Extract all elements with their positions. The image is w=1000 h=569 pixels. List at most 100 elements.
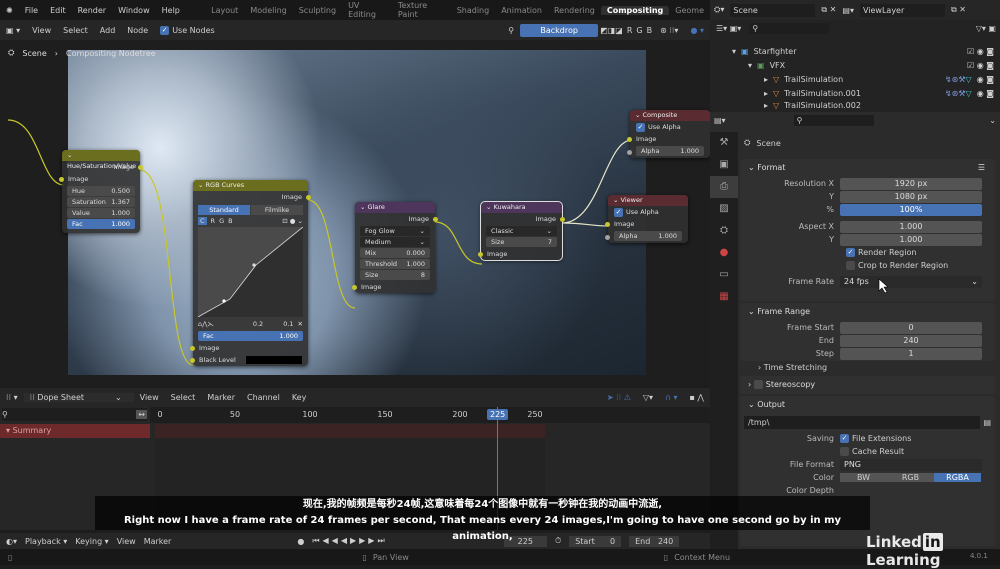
curve-point[interactable] bbox=[222, 299, 226, 303]
editor-type-icon[interactable]: ◐▾ bbox=[6, 537, 17, 546]
black-level-socket[interactable] bbox=[190, 358, 195, 363]
outliner-item[interactable]: ▾ ▣ Starfighter ☑ ◉ ◙ bbox=[732, 45, 994, 59]
output-socket[interactable] bbox=[433, 217, 438, 222]
menu-help[interactable]: Help bbox=[156, 6, 186, 15]
backdrop-button[interactable]: Backdrop bbox=[520, 23, 599, 37]
chevron-down-icon[interactable]: ⌄ bbox=[989, 116, 996, 125]
menu-node[interactable]: Node bbox=[121, 26, 154, 35]
use-nodes-checkbox[interactable]: ✓ Use Nodes bbox=[154, 25, 221, 35]
size-field[interactable]: Size 8 bbox=[360, 270, 430, 280]
scene-field[interactable]: Scene bbox=[730, 3, 816, 17]
menu-key[interactable]: Key bbox=[286, 393, 313, 402]
hue-field[interactable]: Hue 0.500 bbox=[67, 186, 135, 196]
frame-ruler[interactable]: 0 50 100 150 200 250 bbox=[150, 407, 710, 423]
mix-field[interactable]: Mix 0.000 bbox=[360, 248, 430, 258]
outliner-item[interactable]: ▸ ▽ TrailSimulation ↯⊛⚒▽ ◉ ◙ bbox=[764, 73, 994, 87]
select-tool-icon[interactable]: ➤ ⁝⁝ ⚠ bbox=[601, 393, 637, 402]
outliner-item[interactable]: ▾ ▣ VFX ☑ ◉ ◙ bbox=[748, 59, 994, 73]
visibility-icons[interactable]: ☑ ◉ ◙ bbox=[967, 59, 994, 73]
black-level-swatch[interactable] bbox=[246, 356, 302, 364]
rgb-curves-node[interactable]: ⌄ RGB Curves Image Standard Filmlike C R… bbox=[190, 180, 311, 366]
scene-icon[interactable]: ⛭▾ bbox=[714, 5, 724, 15]
node-header[interactable]: ⌄ RGB Curves bbox=[193, 180, 308, 191]
standard-tab[interactable]: Standard bbox=[198, 205, 250, 215]
menu-edit[interactable]: Edit bbox=[44, 6, 72, 15]
tab-uv-editing[interactable]: UV Editing bbox=[342, 1, 392, 19]
summary-channel[interactable]: ▾ Summary bbox=[0, 424, 150, 438]
mode-dropdown[interactable]: ⁝⁝ Dope Sheet ⌄ bbox=[23, 393, 134, 402]
node-header[interactable]: ⌄ Kuwahara bbox=[481, 202, 562, 213]
tab-modeling[interactable]: Modeling bbox=[244, 6, 292, 15]
node-header[interactable]: ⌄ Glare bbox=[355, 202, 435, 213]
resolution-percent-slider[interactable]: 100% bbox=[840, 203, 982, 216]
glare-type-dropdown[interactable]: Fog Glow ⌄ bbox=[360, 226, 430, 236]
overlay-icon[interactable]: ⊛ ⁝⁝▾ bbox=[654, 26, 684, 35]
view-layer-field[interactable]: ViewLayer bbox=[859, 3, 945, 17]
size-field[interactable]: Size 7 bbox=[486, 237, 557, 247]
kuwahara-node[interactable]: ⌄ Kuwahara Image Classic ⌄ Size 7 Image bbox=[478, 201, 565, 261]
menu-view[interactable]: View bbox=[26, 26, 57, 35]
input-socket[interactable] bbox=[627, 137, 632, 142]
channel-r[interactable]: R bbox=[625, 26, 635, 35]
channel-g[interactable]: G bbox=[634, 26, 644, 35]
node-header[interactable]: ⌄ Viewer bbox=[608, 195, 688, 206]
tab-layout[interactable]: Layout bbox=[205, 6, 244, 15]
snapping-icon[interactable]: ∩ ▾ bbox=[659, 393, 683, 402]
frame-start-field[interactable]: 0 bbox=[840, 321, 982, 334]
scene-tab-icon[interactable]: ⛭ bbox=[710, 220, 738, 242]
outliner-item[interactable]: ▸ ▽ TrailSimulation.001 ↯⊛⚒▽ ◉ ◙ bbox=[764, 87, 994, 101]
editor-type-icon[interactable]: ⁝⁝ ▾ bbox=[0, 393, 24, 402]
channel-search-input[interactable]: ⚲ ↔ bbox=[2, 408, 147, 421]
point-x-value[interactable]: 0.2 bbox=[253, 320, 263, 328]
filter-icon[interactable]: ▽▾ ▣ bbox=[976, 24, 996, 33]
value-field[interactable]: Value 1.000 bbox=[67, 208, 135, 218]
folder-icon[interactable]: ▤ bbox=[983, 418, 991, 427]
compositor-node-editor[interactable]: ⛭ Scene › Compositing Nodetree ⌄ Hue/Sat… bbox=[0, 40, 710, 385]
menu-window[interactable]: Window bbox=[112, 6, 156, 15]
outliner-item[interactable]: ▸ ▽ TrailSimulation.002 bbox=[764, 100, 994, 112]
variation-dropdown[interactable]: Classic ⌄ bbox=[486, 226, 557, 236]
swap-icon[interactable]: ↔ bbox=[136, 410, 147, 419]
input-socket[interactable] bbox=[59, 177, 64, 182]
hue-saturation-value-node[interactable]: ⌄ Hue/Saturation/Value Image Image Hue 0.… bbox=[59, 150, 143, 233]
texture-tab-icon[interactable]: ▦ bbox=[710, 286, 738, 308]
tab-compositing[interactable]: Compositing bbox=[600, 5, 670, 15]
delete-point-icon[interactable]: ✕ bbox=[298, 320, 303, 328]
resolution-y-field[interactable]: 1080 px bbox=[840, 190, 982, 203]
alpha-field[interactable]: Alpha 1.000 bbox=[614, 231, 682, 241]
viewer-node[interactable]: ⌄ Viewer ✓ Use Alpha Image Alpha 1.000 bbox=[605, 195, 688, 243]
render-region-checkbox[interactable]: ✓ Render Region bbox=[740, 246, 995, 259]
channel-rgb-icon[interactable]: ◩◨◪ bbox=[598, 26, 625, 35]
time-stretching-header[interactable]: › Time Stretching bbox=[758, 363, 827, 372]
quality-dropdown[interactable]: Medium ⌄ bbox=[360, 237, 430, 247]
crop-region-checkbox[interactable]: Crop to Render Region bbox=[740, 259, 995, 272]
outliner[interactable]: ☰▾ ▣▾ ⚲ ▽▾ ▣ ▾ ▣ Starfighter ☑ ◉ ◙ ▾ ▣ VFX ☑ ◉… bbox=[710, 20, 1000, 112]
resolution-x-field[interactable]: 1920 px bbox=[840, 177, 982, 190]
output-tab-icon[interactable]: ⎙ bbox=[710, 176, 738, 198]
curve-handle-icons[interactable]: ⌂⋀⋋ bbox=[198, 320, 214, 328]
pin-icon[interactable]: ⚲ bbox=[502, 26, 520, 35]
outliner-search-input[interactable]: ⚲ bbox=[749, 23, 830, 34]
world-tab-icon[interactable]: ● bbox=[710, 242, 738, 264]
file-extensions-checkbox[interactable]: ✓ File Extensions bbox=[840, 434, 911, 443]
channel-r[interactable]: R bbox=[211, 217, 216, 225]
channel-b[interactable]: B bbox=[645, 26, 655, 35]
channel-g[interactable]: G bbox=[219, 217, 224, 225]
frame-rate-dropdown[interactable]: 24 fps ⌄ bbox=[840, 275, 982, 288]
cache-result-checkbox[interactable]: Cache Result bbox=[740, 445, 995, 458]
blender-logo-icon[interactable]: ✺ bbox=[0, 6, 19, 15]
visibility-icons[interactable]: ◉ ◙ bbox=[977, 73, 994, 87]
tool-tab-icon[interactable]: ⚒ bbox=[710, 132, 738, 154]
menu-file[interactable]: File bbox=[19, 6, 44, 15]
view-layer-icon[interactable]: ▤▾ bbox=[842, 6, 854, 15]
color-rgb[interactable]: RGB bbox=[887, 473, 934, 482]
frame-end-field[interactable]: 240 bbox=[840, 334, 982, 347]
point-y-value[interactable]: 0.1 bbox=[283, 320, 293, 328]
tab-texture-paint[interactable]: Texture Paint bbox=[392, 1, 451, 19]
file-format-dropdown[interactable]: PNG bbox=[840, 458, 982, 471]
tab-sculpting[interactable]: Sculpting bbox=[293, 6, 342, 15]
color-bw[interactable]: BW bbox=[840, 473, 887, 482]
stereoscopy-panel[interactable]: › Stereoscopy bbox=[740, 376, 995, 394]
menu-channel[interactable]: Channel bbox=[241, 393, 286, 402]
frame-step-field[interactable]: 1 bbox=[840, 347, 982, 360]
